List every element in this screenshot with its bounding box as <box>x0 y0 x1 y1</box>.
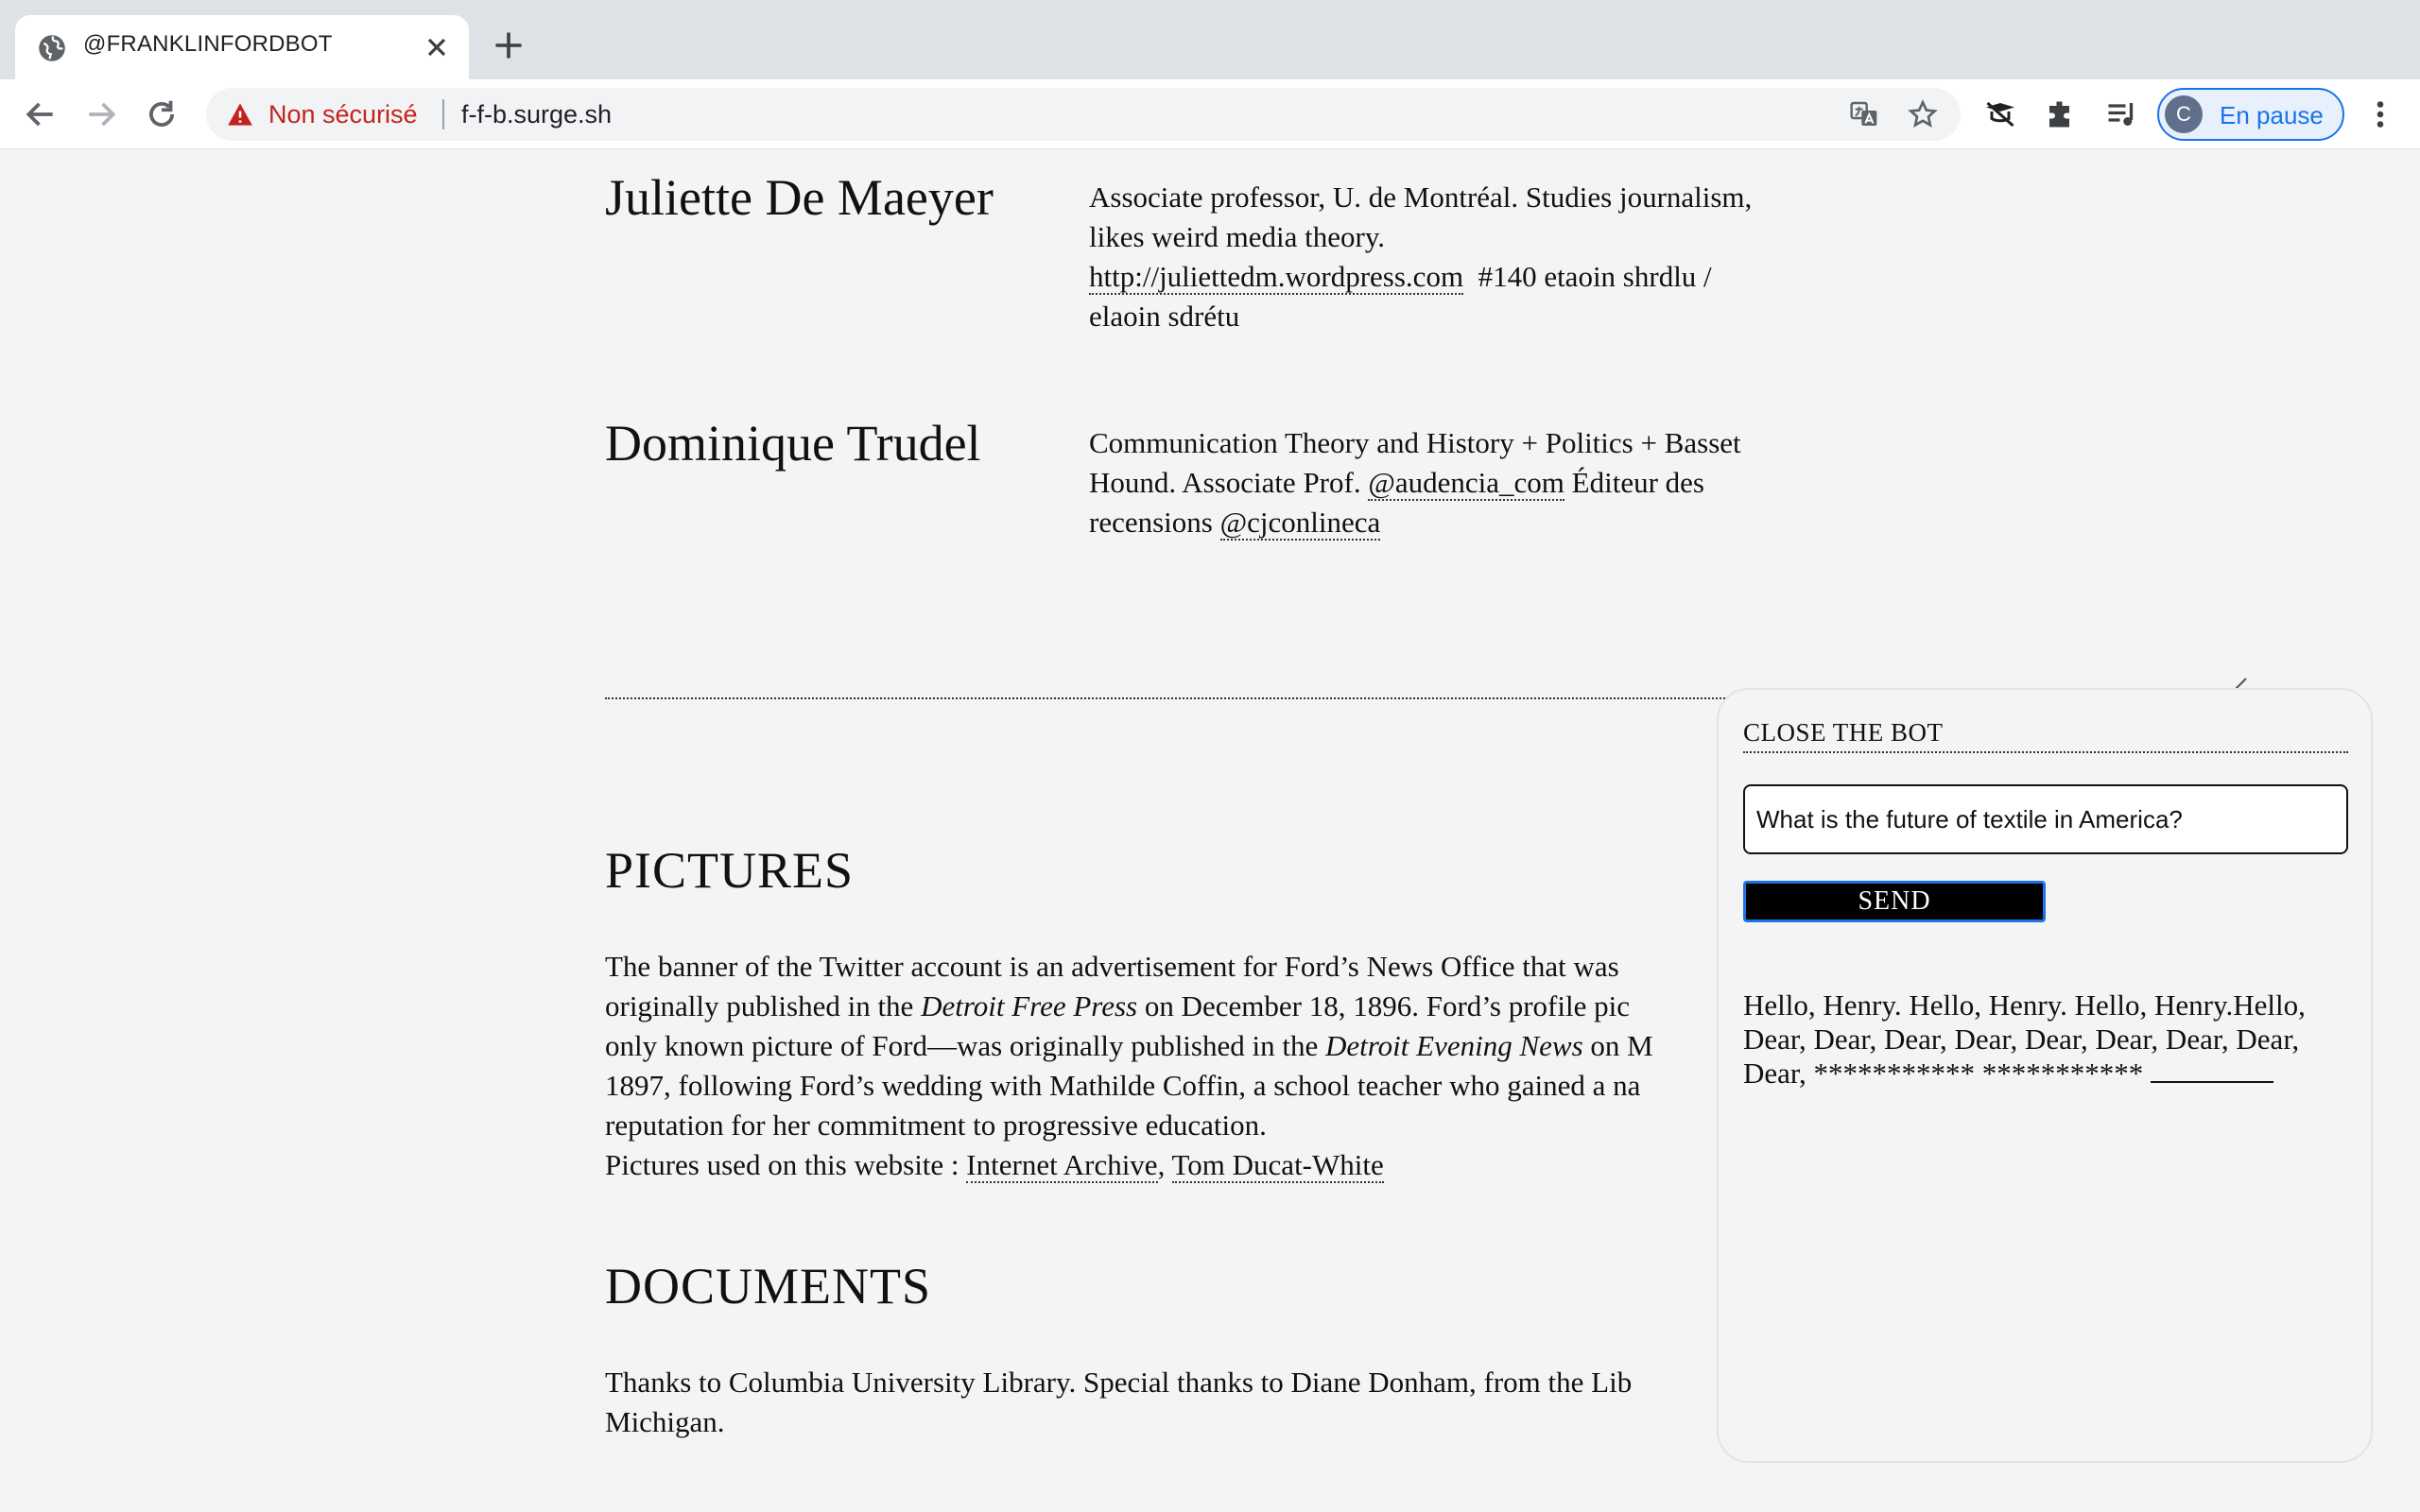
reply-blank <box>2151 1057 2273 1083</box>
avatar: C <box>2165 95 2203 133</box>
media-control-icon[interactable] <box>2104 97 2138 131</box>
profile-button[interactable]: C En pause <box>2157 88 2344 141</box>
bio-text: Éditeur des <box>1571 466 1704 499</box>
twitter-handle-link[interactable]: @audencia_com <box>1368 466 1564 501</box>
bio-text: likes weird media theory. <box>1089 220 1386 253</box>
tab-title: @FRANKLINFORDBOT <box>83 31 333 57</box>
credits-label: Pictures used on this website : <box>605 1148 959 1181</box>
bookmark-star-icon[interactable] <box>1908 99 1938 129</box>
bio-text: Hound. Associate Prof. <box>1089 466 1361 499</box>
paragraph-text: Thanks to Columbia University Library. S… <box>605 1366 1633 1399</box>
internet-archive-link[interactable]: Internet Archive <box>966 1148 1158 1183</box>
globe-icon <box>39 35 65 61</box>
person-name: Dominique Trudel <box>605 415 981 472</box>
tom-ducat-white-link[interactable]: Tom Ducat-White <box>1171 1148 1384 1183</box>
section-title-documents: DOCUMENTS <box>605 1258 932 1314</box>
new-tab-icon[interactable] <box>492 28 526 62</box>
reload-icon[interactable] <box>144 96 180 132</box>
tab-active[interactable]: @FRANKLINFORDBOT <box>15 15 469 79</box>
bot-reply: Hello, Henry. Hello, Henry. Hello, Henry… <box>1743 988 2358 1091</box>
paragraph-text: on December 18, 1896. Ford’s profile pic <box>1144 989 1630 1022</box>
person-bio: Associate professor, U. de Montréal. Stu… <box>1089 178 2308 336</box>
bot-panel: CLOSE THE BOT SEND Hello, Henry. Hello, … <box>1717 688 2373 1463</box>
bio-text: Associate professor, U. de Montréal. Stu… <box>1089 180 1753 214</box>
send-button[interactable]: SEND <box>1743 881 2046 922</box>
browser-toolbar: Non sécurisé f-f-b.surge.sh C En pause <box>0 79 2420 149</box>
paragraph-text: Michigan. <box>605 1405 725 1438</box>
bot-question-input[interactable] <box>1743 784 2348 854</box>
omnibox-divider <box>442 99 444 129</box>
back-icon[interactable] <box>23 96 59 132</box>
warning-icon[interactable] <box>227 102 253 127</box>
paragraph-text: only known picture of Ford—was originall… <box>605 1029 1319 1062</box>
person-link[interactable]: http://juliettedm.wordpress.com <box>1089 260 1464 295</box>
forward-icon[interactable] <box>83 96 119 132</box>
publication-title: Detroit Free Press <box>921 989 1138 1022</box>
reply-text: Hello, Henry. Hello, Henry. Hello, Henry… <box>1743 988 2306 1022</box>
person-bio: Communication Theory and History + Polit… <box>1089 423 2308 542</box>
paragraph-text: originally published in the <box>605 989 914 1022</box>
tab-strip: @FRANKLINFORDBOT <box>0 0 2420 79</box>
publication-title: Detroit Evening News <box>1324 1029 1583 1062</box>
reading-mode-icon[interactable] <box>1983 97 2017 131</box>
profile-status: En pause <box>2220 101 2324 129</box>
paragraph-text: on M <box>1590 1029 1653 1062</box>
more-menu-icon[interactable] <box>2363 97 2397 131</box>
bio-text: recensions <box>1089 506 1213 539</box>
bio-text: Communication Theory and History + Polit… <box>1089 426 1741 459</box>
paragraph-text: 1897, following Ford’s wedding with Math… <box>605 1069 1641 1102</box>
security-status[interactable]: Non sécurisé <box>268 100 418 129</box>
address-bar[interactable]: Non sécurisé f-f-b.surge.sh <box>206 88 1961 141</box>
reply-text: Dear, *********** *********** <box>1743 1057 2144 1090</box>
url-text[interactable]: f-f-b.surge.sh <box>461 100 612 129</box>
paragraph-text: reputation for her commitment to progres… <box>605 1108 1267 1142</box>
pictures-paragraph: The banner of the Twitter account is an … <box>605 950 1653 1183</box>
extensions-icon[interactable] <box>2044 97 2078 131</box>
twitter-handle-link[interactable]: @cjconlineca <box>1219 506 1381 541</box>
bio-text: #140 etaoin shrdlu / <box>1478 260 1712 293</box>
close-bot-button[interactable]: CLOSE THE BOT <box>1743 718 2348 753</box>
translate-icon[interactable] <box>1849 99 1879 129</box>
bio-text: elaoin sdrétu <box>1089 300 1240 333</box>
paragraph-text: The banner of the Twitter account is an … <box>605 950 1619 983</box>
close-icon[interactable] <box>422 32 452 62</box>
person-name: Juliette De Maeyer <box>605 169 994 226</box>
reply-text: Dear, Dear, Dear, Dear, Dear, Dear, Dear… <box>1743 1022 2300 1056</box>
section-title-pictures: PICTURES <box>605 842 855 899</box>
documents-paragraph: Thanks to Columbia University Library. S… <box>605 1363 1834 1442</box>
